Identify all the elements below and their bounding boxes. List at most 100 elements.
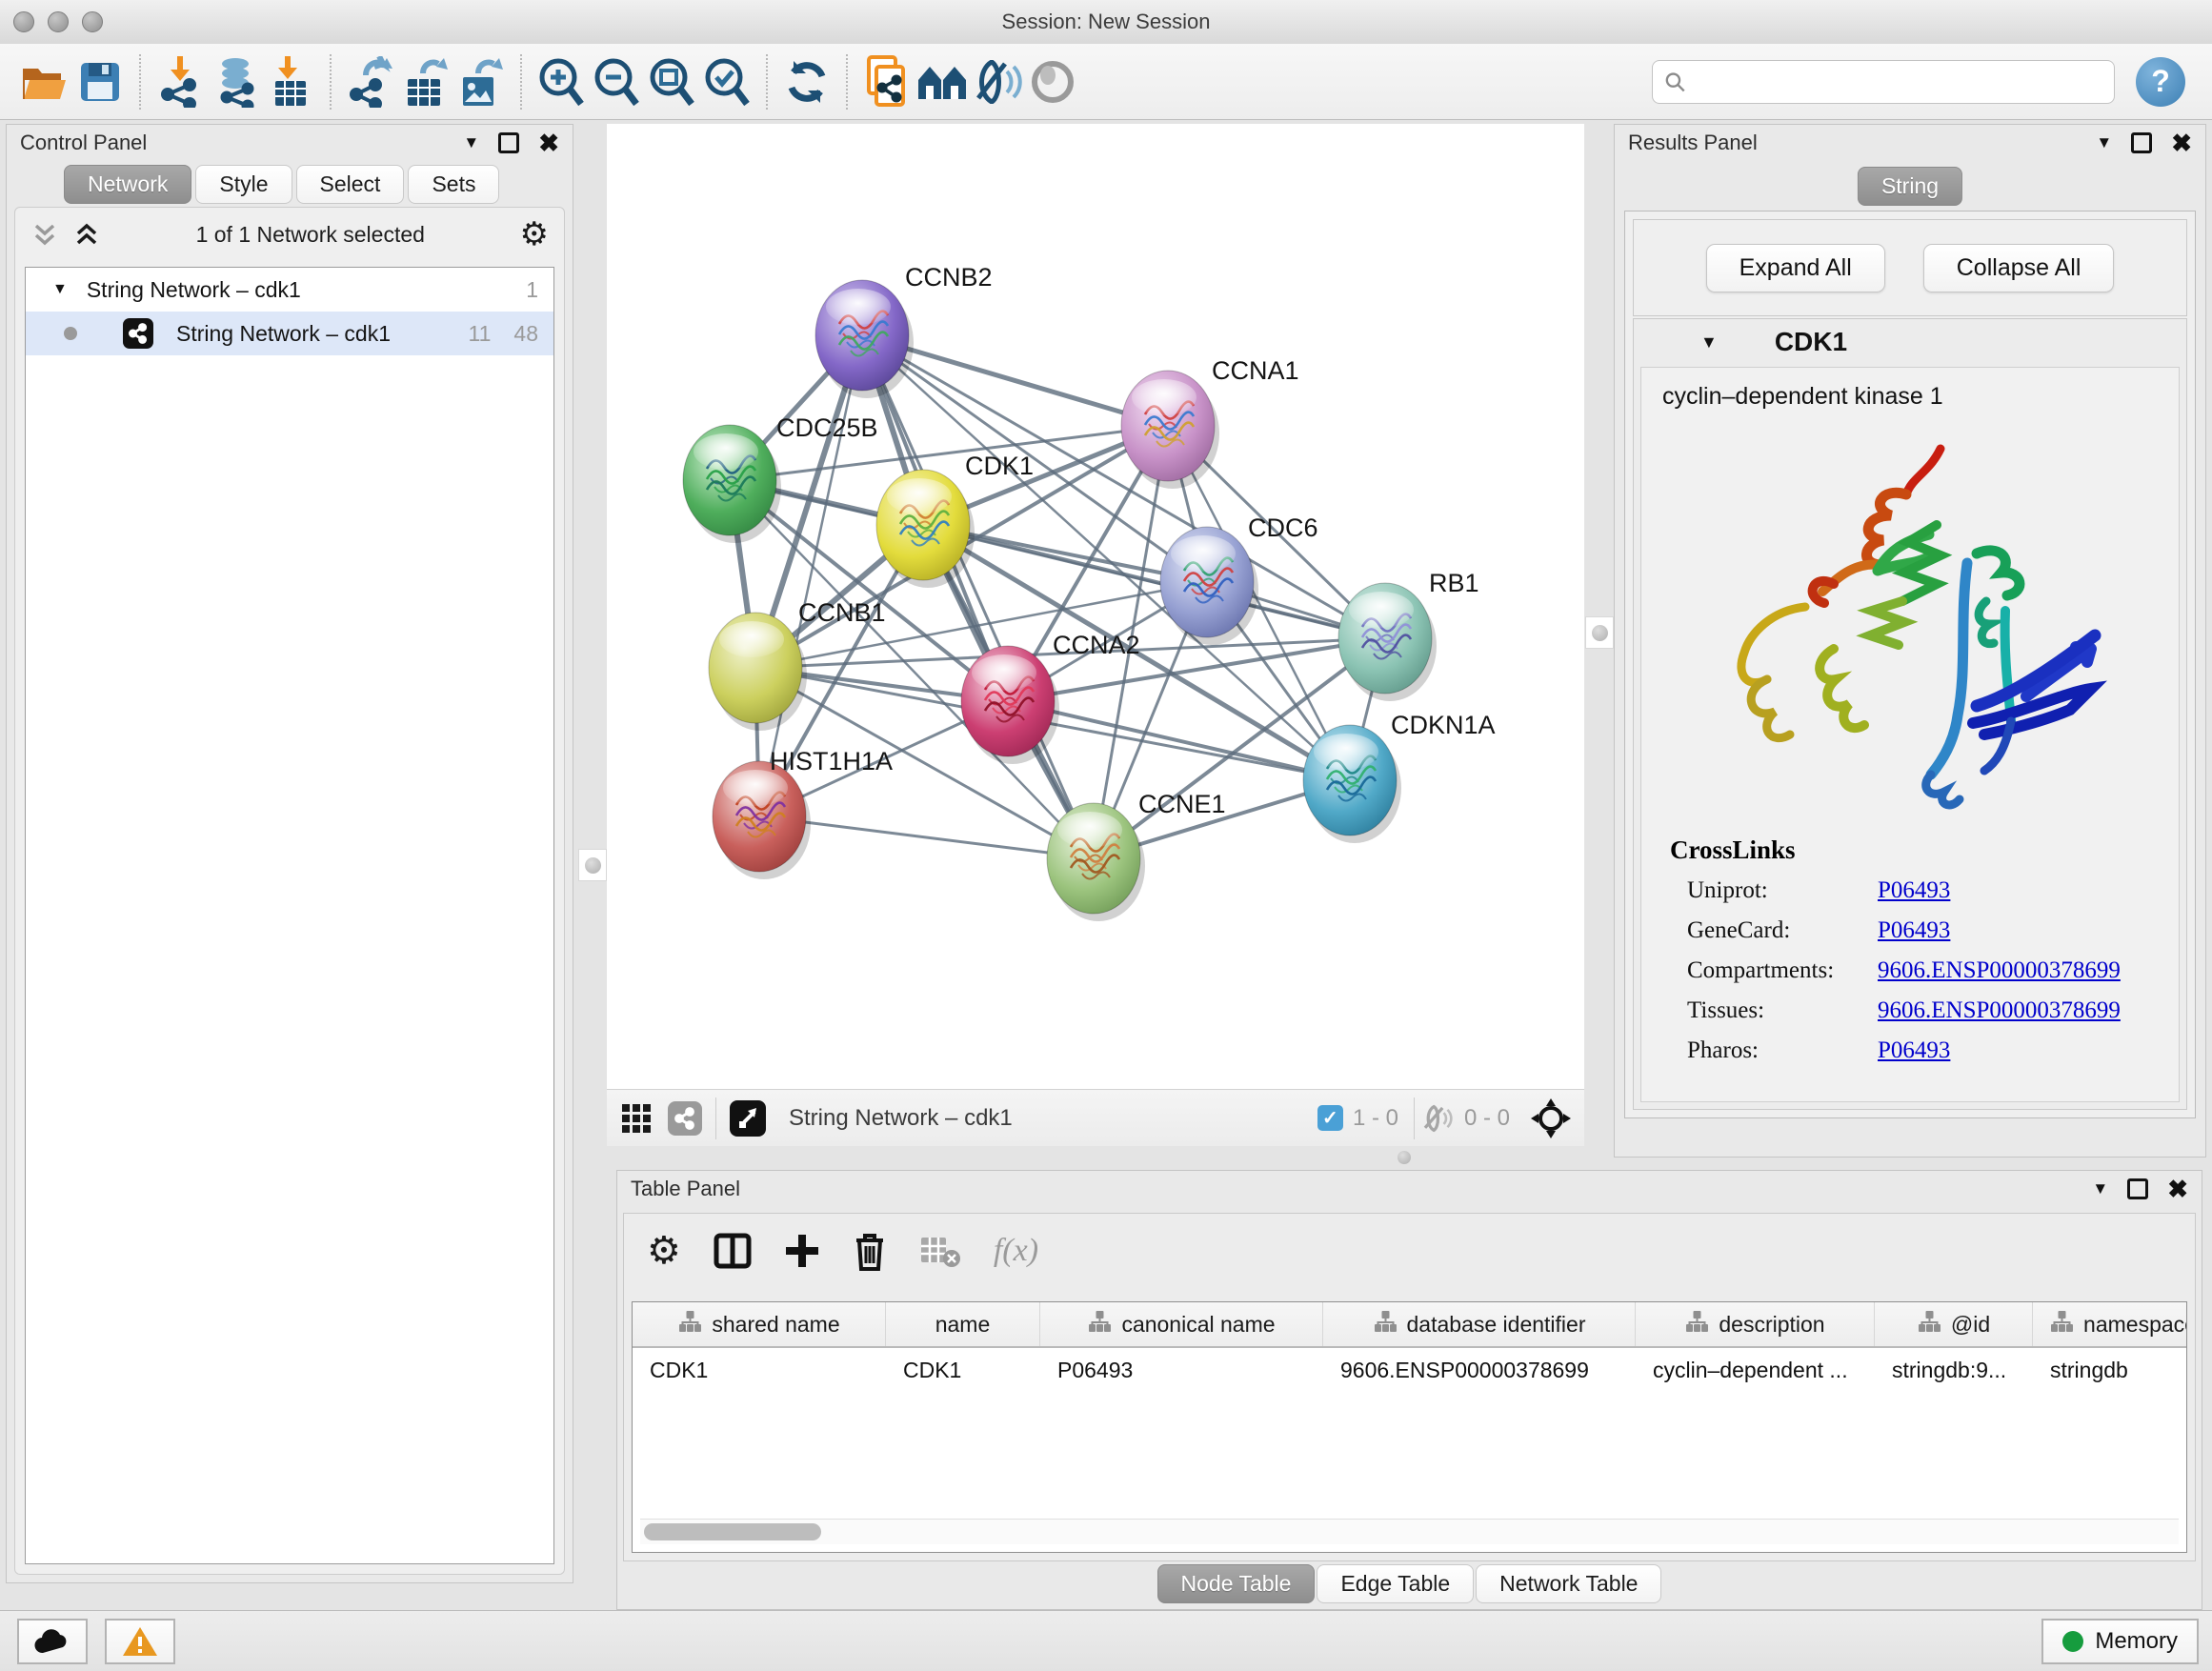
panel-menu-icon[interactable]: ▼ [463,133,479,152]
node-CDC6[interactable]: CDC6 [1160,513,1318,645]
column-header-description[interactable]: description [1636,1302,1875,1346]
node-CDC25B[interactable]: CDC25B [683,413,878,543]
scrollbar-thumb[interactable] [644,1523,821,1540]
grid-view-icon[interactable] [620,1102,653,1135]
node-CCNE1[interactable]: CCNE1 [1047,790,1226,921]
crosslink-link[interactable]: 9606.ENSP00000378699 [1878,957,2121,984]
table-row[interactable]: CDK1CDK1P064939606.ENSP00000378699cyclin… [633,1348,2186,1392]
column-header-name[interactable]: name [886,1302,1040,1346]
node-table[interactable]: shared namenamecanonical namedatabase id… [632,1301,2187,1553]
tab-edge-table[interactable]: Edge Table [1317,1564,1474,1603]
tab-string[interactable]: String [1858,167,1962,206]
tab-network-table[interactable]: Network Table [1476,1564,1661,1603]
crosslink-link[interactable]: P06493 [1878,877,1950,904]
close-panel-icon[interactable]: ✖ [538,131,559,155]
tab-network[interactable]: Network [64,165,191,204]
import-table-button[interactable] [263,52,318,111]
cloud-icon [33,1628,71,1655]
column-header-database-identifier[interactable]: database identifier [1323,1302,1636,1346]
panel-menu-icon[interactable]: ▼ [2092,1179,2108,1198]
column-header-canonical-name[interactable]: canonical name [1040,1302,1323,1346]
glass-effect-button[interactable] [970,52,1025,111]
crosslink-link[interactable]: 9606.ENSP00000378699 [1878,997,2121,1024]
network-collection-row[interactable]: ▼ String Network – cdk1 1 [26,268,553,312]
network-row[interactable]: String Network – cdk1 11 48 [26,312,553,355]
import-network-button[interactable] [152,52,208,111]
search-input[interactable] [1686,69,2102,95]
zoom-selected-button[interactable] [699,52,754,111]
node-HIST1H1A[interactable]: HIST1H1A [713,747,893,879]
float-panel-icon[interactable] [498,132,519,153]
expand-all-button[interactable]: Expand All [1706,244,1885,292]
node-CCNB2[interactable]: CCNB2 [815,263,993,398]
bottom-splitter-handle[interactable] [1389,1149,1419,1166]
tab-style[interactable]: Style [195,165,292,204]
delete-column-icon[interactable] [853,1231,887,1271]
tab-node-table[interactable]: Node Table [1157,1564,1316,1603]
close-panel-icon[interactable]: ✖ [2167,1177,2188,1201]
export-table-button[interactable] [398,52,453,111]
zoom-in-button[interactable] [533,52,589,111]
export-network-button[interactable] [343,52,398,111]
network-style-icon[interactable] [668,1101,702,1136]
selected-nodes-checkbox[interactable]: ✓ [1317,1105,1343,1131]
gene-expander-icon[interactable]: ▼ [1700,332,1718,352]
node-CCNB1[interactable]: CCNB1 [709,598,886,731]
table-options-gear-icon[interactable]: ⚙ [647,1232,681,1270]
column-header-shared-name[interactable]: shared name [633,1302,886,1346]
crosslink-link[interactable]: P06493 [1878,917,1950,944]
birds-eye-view-icon[interactable] [730,1100,766,1137]
float-panel-icon[interactable] [2127,1178,2148,1199]
table-cell[interactable]: cyclin–dependent ... [1636,1348,1875,1392]
node-label-CCNA2: CCNA2 [1053,631,1140,659]
table-horizontal-scrollbar[interactable] [640,1519,2179,1544]
float-panel-icon[interactable] [2131,132,2152,153]
function-builder-icon[interactable]: f(x) [994,1233,1038,1269]
delete-table-icon[interactable] [919,1234,961,1268]
edge-CCNB2-HIST1H1A[interactable] [759,335,862,816]
table-cell[interactable]: stringdb [2033,1348,2187,1392]
column-header-@id[interactable]: @id [1875,1302,2033,1346]
node-CDKN1A[interactable]: CDKN1A [1303,711,1496,843]
panel-menu-icon[interactable]: ▼ [2096,133,2112,152]
tab-sets[interactable]: Sets [408,165,499,204]
network-options-gear-icon[interactable]: ⚙ [520,218,549,251]
memory-button[interactable]: Memory [2041,1619,2199,1664]
collapse-all-icon[interactable] [30,220,59,249]
string-enrichment-button[interactable] [859,52,915,111]
show-structures-button[interactable] [1025,52,1080,111]
collection-expander-icon[interactable]: ▼ [52,281,68,298]
save-session-button[interactable] [72,52,128,111]
create-column-icon[interactable] [784,1233,820,1269]
left-splitter-handle[interactable] [578,849,607,881]
network-canvas[interactable]: CCNB2CCNA1CDC25BCDK1CDC6RB1CCNB1CCNA2CDK… [607,124,1584,1089]
crosslink-link[interactable]: P06493 [1878,1037,1950,1064]
zoom-out-button[interactable] [589,52,644,111]
import-database-button[interactable] [208,52,263,111]
edge-CCNB2-CCNE1[interactable] [862,335,1094,858]
table-cell[interactable]: P06493 [1040,1348,1323,1392]
cloud-button[interactable] [17,1619,88,1664]
table-cell[interactable]: 9606.ENSP00000378699 [1323,1348,1636,1392]
right-splitter-handle[interactable] [1585,616,1614,649]
string-home-button[interactable] [915,52,970,111]
warnings-button[interactable] [105,1619,175,1664]
collapse-all-button[interactable]: Collapse All [1923,244,2115,292]
open-session-button[interactable] [17,52,72,111]
show-columns-icon[interactable] [714,1232,752,1270]
refresh-layout-button[interactable] [779,52,835,111]
expand-all-icon[interactable] [72,220,101,249]
table-cell[interactable]: stringdb:9... [1875,1348,2033,1392]
node-RB1[interactable]: RB1 [1338,569,1479,701]
close-panel-icon[interactable]: ✖ [2171,131,2192,155]
export-image-button[interactable] [453,52,509,111]
table-cell[interactable]: CDK1 [633,1348,886,1392]
search-box[interactable] [1652,60,2115,104]
tab-select[interactable]: Select [296,165,405,204]
fit-content-crosshair-icon[interactable] [1531,1098,1571,1138]
hidden-elements-icon[interactable] [1420,1104,1455,1133]
column-header-namespace[interactable]: namespace [2033,1302,2187,1346]
zoom-fit-button[interactable] [644,52,699,111]
table-cell[interactable]: CDK1 [886,1348,1040,1392]
help-button[interactable]: ? [2136,57,2185,107]
